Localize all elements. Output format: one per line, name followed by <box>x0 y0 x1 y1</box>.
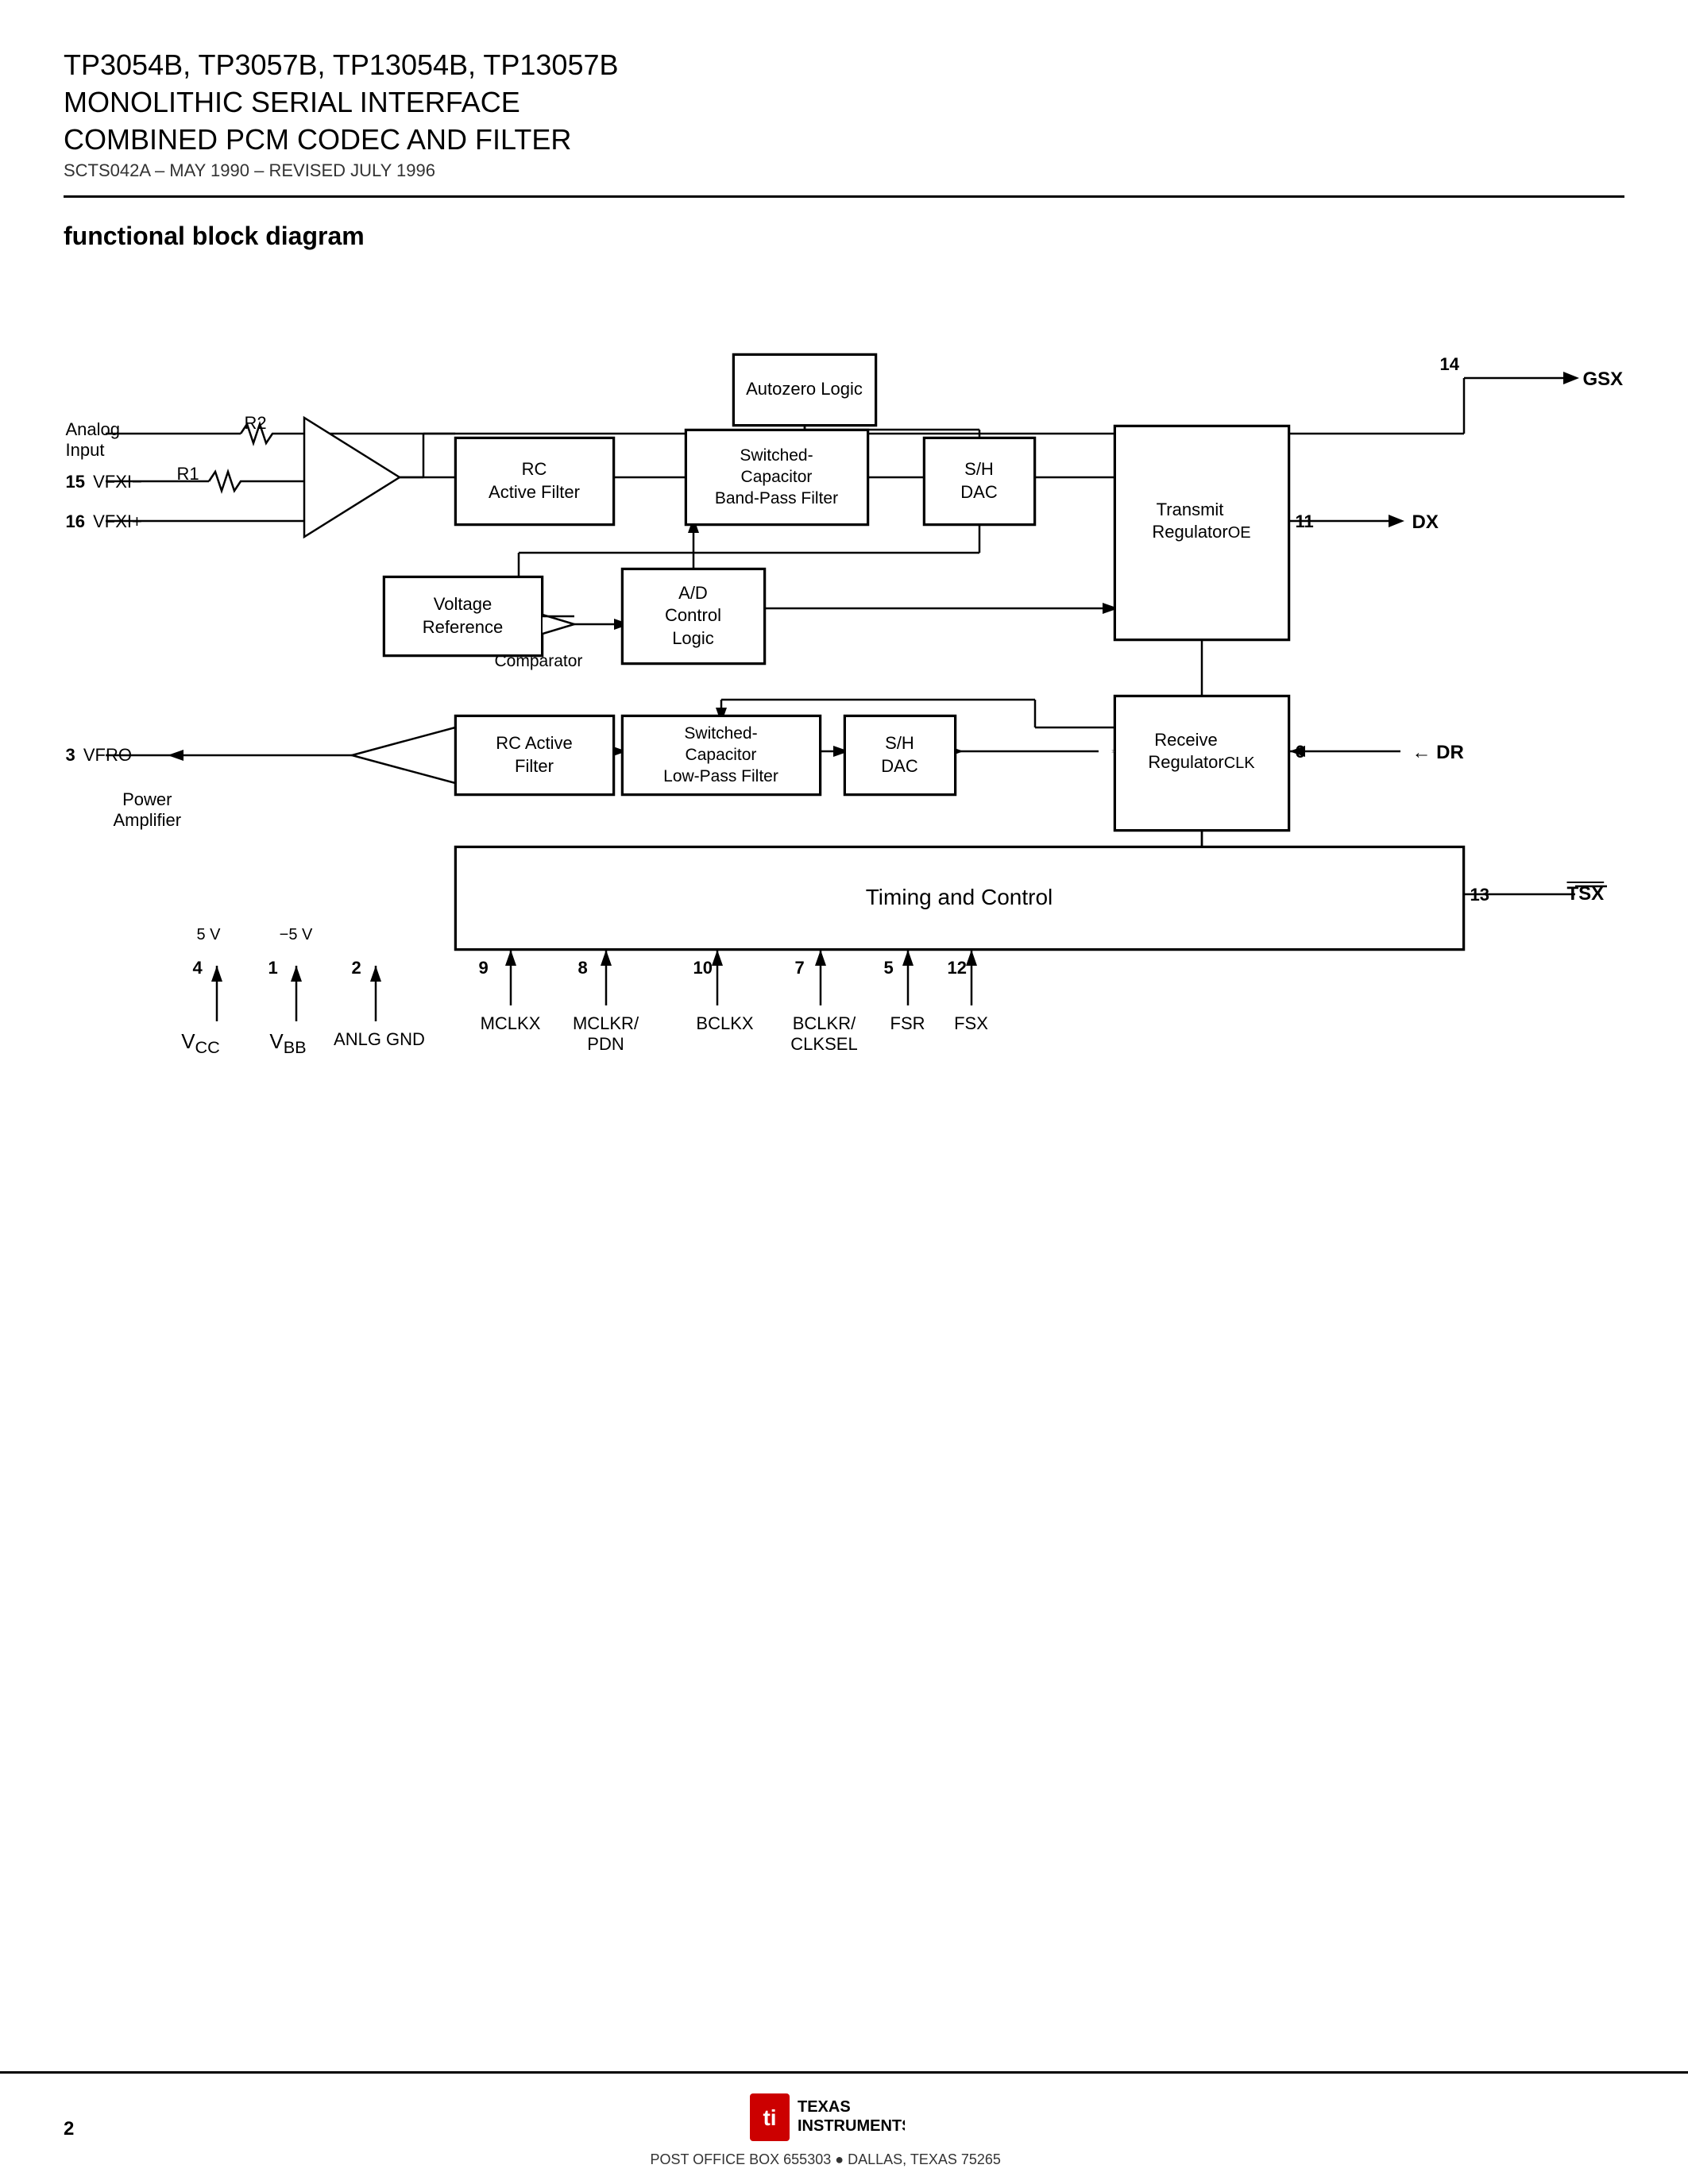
transmit-regulator-box: TransmitRegulatorOE <box>1114 426 1289 640</box>
svg-text:TEXAS: TEXAS <box>798 2098 851 2116</box>
rc-active-filter-bot-box: RC ActiveFilter <box>455 716 614 795</box>
sc-lpf-box: Switched-CapacitorLow-Pass Filter <box>622 716 821 795</box>
pin-6-num: 6 <box>1296 742 1305 762</box>
doc-id: SCTS042A – MAY 1990 – REVISED JULY 1996 <box>64 160 1624 181</box>
section-title: functional block diagram <box>64 222 1624 251</box>
vfxi-minus-label: 15 VFXI− <box>66 472 142 492</box>
timing-control-box: Timing and Control <box>455 847 1464 950</box>
pin-7-num: 7 <box>795 958 805 978</box>
fsr-label: FSR <box>876 1013 940 1034</box>
footer-center: ti TEXAS INSTRUMENTS POST OFFICE BOX 655… <box>650 2089 1000 2168</box>
pin-8-num: 8 <box>578 958 588 978</box>
ti-logo: ti TEXAS INSTRUMENTS <box>746 2089 905 2145</box>
pin-13-num: 13 <box>1470 885 1489 905</box>
svg-text:ti: ti <box>763 2105 777 2130</box>
pin-10-num: 10 <box>693 958 713 978</box>
footer-address: POST OFFICE BOX 655303 ● DALLAS, TEXAS 7… <box>650 2151 1000 2168</box>
dr-label: ← DR <box>1412 742 1464 764</box>
analog-input-label: AnalogInput <box>66 419 121 461</box>
five-v-label: 5 V <box>177 926 241 944</box>
vfro-label: 3 VFRO <box>66 745 133 766</box>
tsx-label: TSX <box>1567 883 1605 905</box>
pin-5-num: 5 <box>884 958 894 978</box>
pin-1-num: 1 <box>268 958 278 978</box>
pin-2-num: 2 <box>352 958 361 978</box>
pin-14-num: 14 <box>1440 354 1459 375</box>
footer: 2 ti TEXAS INSTRUMENTS POST OFFICE BOX 6… <box>0 2071 1688 2184</box>
vcc-supply-label: VCC <box>169 1029 233 1058</box>
r2-label: R2 <box>245 413 267 434</box>
gsx-label: GSX <box>1583 369 1624 391</box>
ad-control-logic-box: A/DControlLogic <box>622 569 765 664</box>
fsx-label: FSX <box>940 1013 1003 1034</box>
power-amplifier-label: PowerAmplifier <box>114 789 182 831</box>
part-numbers: TP3054B, TP3057B, TP13054B, TP13057B <box>64 48 1624 82</box>
page-number: 2 <box>64 2118 74 2140</box>
title-line2: COMBINED PCM CODEC AND FILTER <box>64 122 1624 156</box>
neg-five-v-label: −5 V <box>265 926 328 944</box>
voltage-reference-box: VoltageReference <box>384 577 543 656</box>
pin-9-num: 9 <box>479 958 489 978</box>
pin-11-num: 11 <box>1296 511 1314 532</box>
receive-regulator-box: ReceiveRegulatorCLK <box>1114 696 1289 831</box>
bclkx-label: BCLKX <box>678 1013 773 1034</box>
mclkx-label: MCLKX <box>463 1013 558 1034</box>
mclkr-pdn-label: MCLKR/PDN <box>558 1013 654 1055</box>
bclkr-clksel-label: BCLKR/CLKSEL <box>773 1013 876 1055</box>
r1-label: R1 <box>177 464 199 484</box>
sh-dac-top-box: S/HDAC <box>924 438 1035 525</box>
functional-block-diagram: Autozero Logic RCActive Filter Switched-… <box>66 275 1623 1387</box>
header: TP3054B, TP3057B, TP13054B, TP13057B MON… <box>64 48 1624 181</box>
rc-active-filter-top-box: RCActive Filter <box>455 438 614 525</box>
vfxi-plus-label: 16 VFXI+ <box>66 511 142 532</box>
vbb-supply-label: VBB <box>257 1029 320 1058</box>
title-line1: MONOLITHIC SERIAL INTERFACE <box>64 85 1624 119</box>
sc-bpf-box: Switched-CapacitorBand-Pass Filter <box>686 430 868 525</box>
autozero-logic-box: Autozero Logic <box>733 354 876 426</box>
header-rule <box>64 195 1624 198</box>
pin-12-num: 12 <box>948 958 967 978</box>
svg-text:INSTRUMENTS: INSTRUMENTS <box>798 2117 905 2135</box>
comparator-label: Comparator <box>495 652 583 671</box>
pin-4-num: 4 <box>193 958 203 978</box>
page: TP3054B, TP3057B, TP13054B, TP13057B MON… <box>0 0 1688 2184</box>
sh-dac-bot-box: S/HDAC <box>844 716 956 795</box>
dx-label: DX <box>1412 511 1439 534</box>
anlg-gnd-label: ANLG GND <box>328 1029 431 1050</box>
